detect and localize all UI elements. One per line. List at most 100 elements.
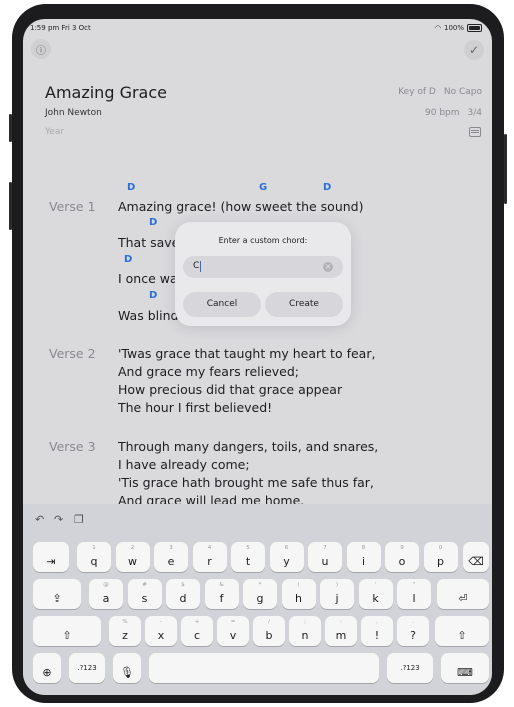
key-l[interactable]: " l [397,579,431,609]
key-q[interactable]: 1q [77,542,111,572]
key-label: ⇧ [457,629,467,642]
lyric-line[interactable]: Was blind [118,308,178,323]
key-c[interactable]: + c [181,616,213,646]
globe-key[interactable]: ⊕ [33,653,61,683]
redo-icon[interactable]: ↷ [54,513,63,526]
key-label: n [301,629,309,642]
key-v[interactable]: = v [217,616,249,646]
key-u[interactable]: 7u [308,542,342,572]
key-?[interactable]: .? [397,616,429,646]
caps-lock-key[interactable]: ⇪ [33,579,81,609]
key-label: ⌫ [468,555,484,568]
key-label: y [283,555,290,568]
numbers-key[interactable]: .?123 [69,653,105,683]
key-label: ! [374,629,380,642]
key-label: ⇧ [62,629,72,642]
chord-marker[interactable]: G [259,182,267,193]
key-x[interactable]: -x [145,616,177,646]
shift-key-right[interactable]: ⇧ [435,616,489,646]
year-field[interactable]: Year [45,127,64,137]
key-![interactable]: ,! [361,616,393,646]
key-label: c [193,629,201,642]
key-o[interactable]: 9o [385,542,419,572]
chord-marker[interactable]: D [124,254,132,265]
key-r[interactable]: 4r [192,542,227,572]
hide-keyboard-key[interactable]: ⌨ [441,653,489,683]
key-n[interactable]: ; n [289,616,321,646]
undo-icon[interactable]: ↶ [35,513,44,526]
lyric-line[interactable]: That save [118,235,179,250]
key-label: w [128,555,137,568]
key-hint: 8 [361,545,366,551]
key-a[interactable]: @ a [89,579,123,609]
numbers-key-right[interactable]: .?123 [387,653,433,683]
song-key-info[interactable]: Key of D No Capo [398,87,482,97]
key-label: u [321,555,329,568]
lyric-line[interactable]: I once wa [118,271,178,286]
key-p[interactable]: 0p [423,542,458,572]
key-k[interactable]: ' k [358,579,393,609]
key-j[interactable]: ) j [320,579,354,609]
chord-marker[interactable]: D [149,217,157,228]
lyric-line[interactable]: I have already come; [118,457,250,472]
key-hint: 6 [284,545,289,551]
cancel-button[interactable]: Cancel [183,292,261,317]
chord-input-value: C [193,261,200,271]
clear-icon[interactable]: ✕ [323,262,333,272]
return-key[interactable]: ⏎ [437,579,489,609]
shift-key[interactable]: ⇧ [33,616,101,646]
lyric-line[interactable]: Through many dangers, toils, and snares, [118,439,378,454]
custom-chord-dialog: Enter a custom chord: C ✕ Cancel Create [175,222,351,326]
key-g[interactable]: * g [243,579,277,609]
info-button[interactable]: ⓘ [31,39,51,59]
lyric-line[interactable]: 'Tis grace hath brought me safe thus far… [118,475,374,490]
lyric-line[interactable]: The hour I first believed! [118,400,272,415]
status-time: 1:59 pm Fri 3 Oct [30,24,91,32]
key-label: o [398,555,406,568]
tab-key[interactable]: ⇥ [33,542,69,572]
song-title[interactable]: Amazing Grace [45,83,167,102]
key-label: ⇪ [52,592,62,605]
key-label: z [122,629,128,642]
key-t[interactable]: 5t [231,542,265,572]
lyric-line[interactable]: And grace my fears relieved; [118,364,299,379]
paste-icon[interactable]: ❐ [74,513,84,526]
key-label: s [141,592,148,605]
key-f[interactable]: & f [204,579,239,609]
key-w[interactable]: 2w [115,542,150,572]
key-i[interactable]: 8i [346,542,381,572]
key-hint: ' [374,582,377,588]
key-d[interactable]: $ d [166,579,200,609]
chord-marker[interactable]: D [323,182,331,193]
key-label: ⏎ [458,592,468,605]
key-label: r [207,555,212,568]
tempo-info[interactable]: 90 bpm 3/4 [425,108,482,118]
lyric-line[interactable]: 'Twas grace that taught my heart to fear… [118,346,375,361]
key-e[interactable]: 3e [154,542,188,572]
key-hint: 0 [438,545,443,551]
chord-marker[interactable]: D [127,182,135,193]
lyric-line[interactable]: Amazing grace! (how sweet the sound) [118,199,363,214]
key-b[interactable]: / b [253,616,285,646]
key-s[interactable]: # s [127,579,162,609]
lyric-line[interactable]: How precious did that grace appear [118,382,342,397]
verse-label: Verse 1 [49,199,96,214]
notes-icon[interactable] [469,127,481,137]
done-button[interactable]: ✓ [464,40,484,60]
key-label: t [245,555,251,568]
key-h[interactable]: (h [281,579,316,609]
dictation-key[interactable]: 🎙 [113,653,141,683]
song-time-signature: 3/4 [467,108,482,118]
chord-marker[interactable]: D [149,290,157,301]
key-z[interactable]: % z [109,616,141,646]
key-y[interactable]: 6y [269,542,304,572]
chord-input[interactable]: C ✕ [183,256,343,278]
song-author[interactable]: John Newton [45,108,102,118]
key-m[interactable]: :m [325,616,357,646]
key-hint: . [412,619,414,625]
space-key[interactable] [149,653,379,683]
key-hint: ) [335,582,339,588]
key-label: i [361,555,366,568]
delete-key[interactable]: ⌫ [463,542,489,572]
create-button[interactable]: Create [265,292,343,317]
